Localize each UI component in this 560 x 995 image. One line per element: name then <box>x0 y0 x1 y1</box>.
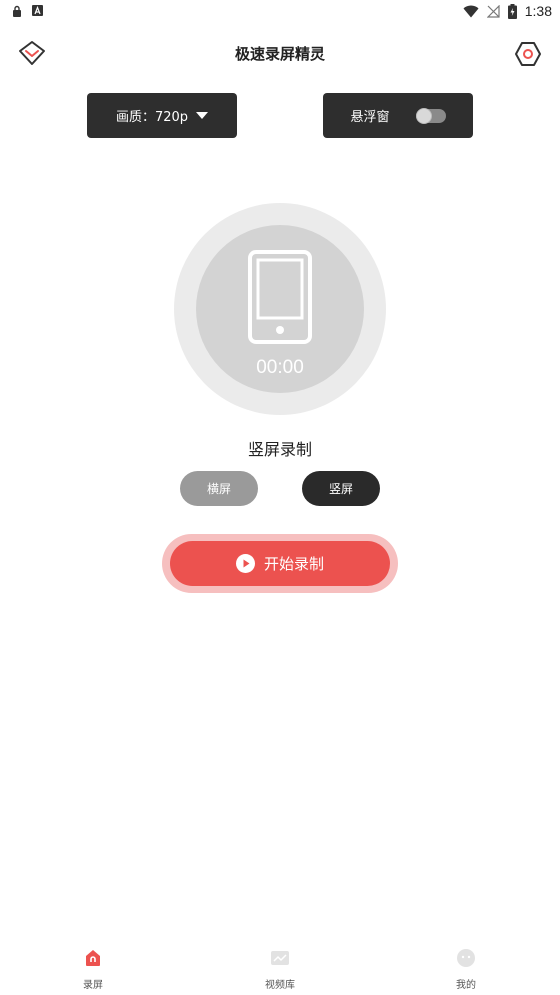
phone-icon <box>248 250 312 344</box>
quality-selector[interactable]: 画质：720p <box>87 93 237 138</box>
nav-label-video-library: 视频库 <box>265 980 295 991</box>
record-preview-ring: 00:00 <box>174 203 386 415</box>
home-icon <box>86 950 100 966</box>
status-time: 1:38 <box>524 3 552 19</box>
nav-item-video-library[interactable]: 视频库 <box>240 948 320 991</box>
caret-down-icon <box>196 112 209 119</box>
floating-window-toggle[interactable] <box>415 107 446 124</box>
a-notification-icon <box>32 5 43 16</box>
floating-window-label: 悬浮窗 <box>350 110 390 125</box>
record-timer: 00:00 <box>256 357 304 378</box>
quality-label: 画质：720p <box>115 110 189 125</box>
app-header: 极速录屏精灵 <box>0 30 560 76</box>
settings-icon[interactable] <box>514 40 542 68</box>
video-library-icon <box>271 951 289 965</box>
wifi-icon <box>463 5 479 17</box>
battery-icon <box>507 3 517 19</box>
play-icon <box>235 554 255 573</box>
start-record-button[interactable]: 开始录制 <box>170 541 390 586</box>
status-bar: 1:38 <box>0 0 560 24</box>
toggle-knob <box>415 107 432 124</box>
start-button-ring: 开始录制 <box>162 534 398 593</box>
no-signal-icon <box>486 4 500 18</box>
nav-item-record[interactable]: 录屏 <box>53 948 133 991</box>
profile-icon <box>457 949 475 967</box>
start-record-label: 开始录制 <box>263 555 324 573</box>
landscape-option[interactable]: 横屏 <box>180 471 258 506</box>
record-preview: 00:00 <box>196 225 364 393</box>
bottom-nav: 录屏 视频库 我的 <box>0 948 560 995</box>
lock-notification-icon <box>13 5 21 17</box>
nav-label-mine: 我的 <box>456 980 476 991</box>
floating-window-control: 悬浮窗 <box>323 93 473 138</box>
portrait-option[interactable]: 竖屏 <box>302 471 380 506</box>
page-title: 极速录屏精灵 <box>234 45 325 63</box>
record-mode-label: 竖屏录制 <box>247 440 312 459</box>
nav-label-record: 录屏 <box>83 980 103 991</box>
nav-item-mine[interactable]: 我的 <box>426 948 506 991</box>
